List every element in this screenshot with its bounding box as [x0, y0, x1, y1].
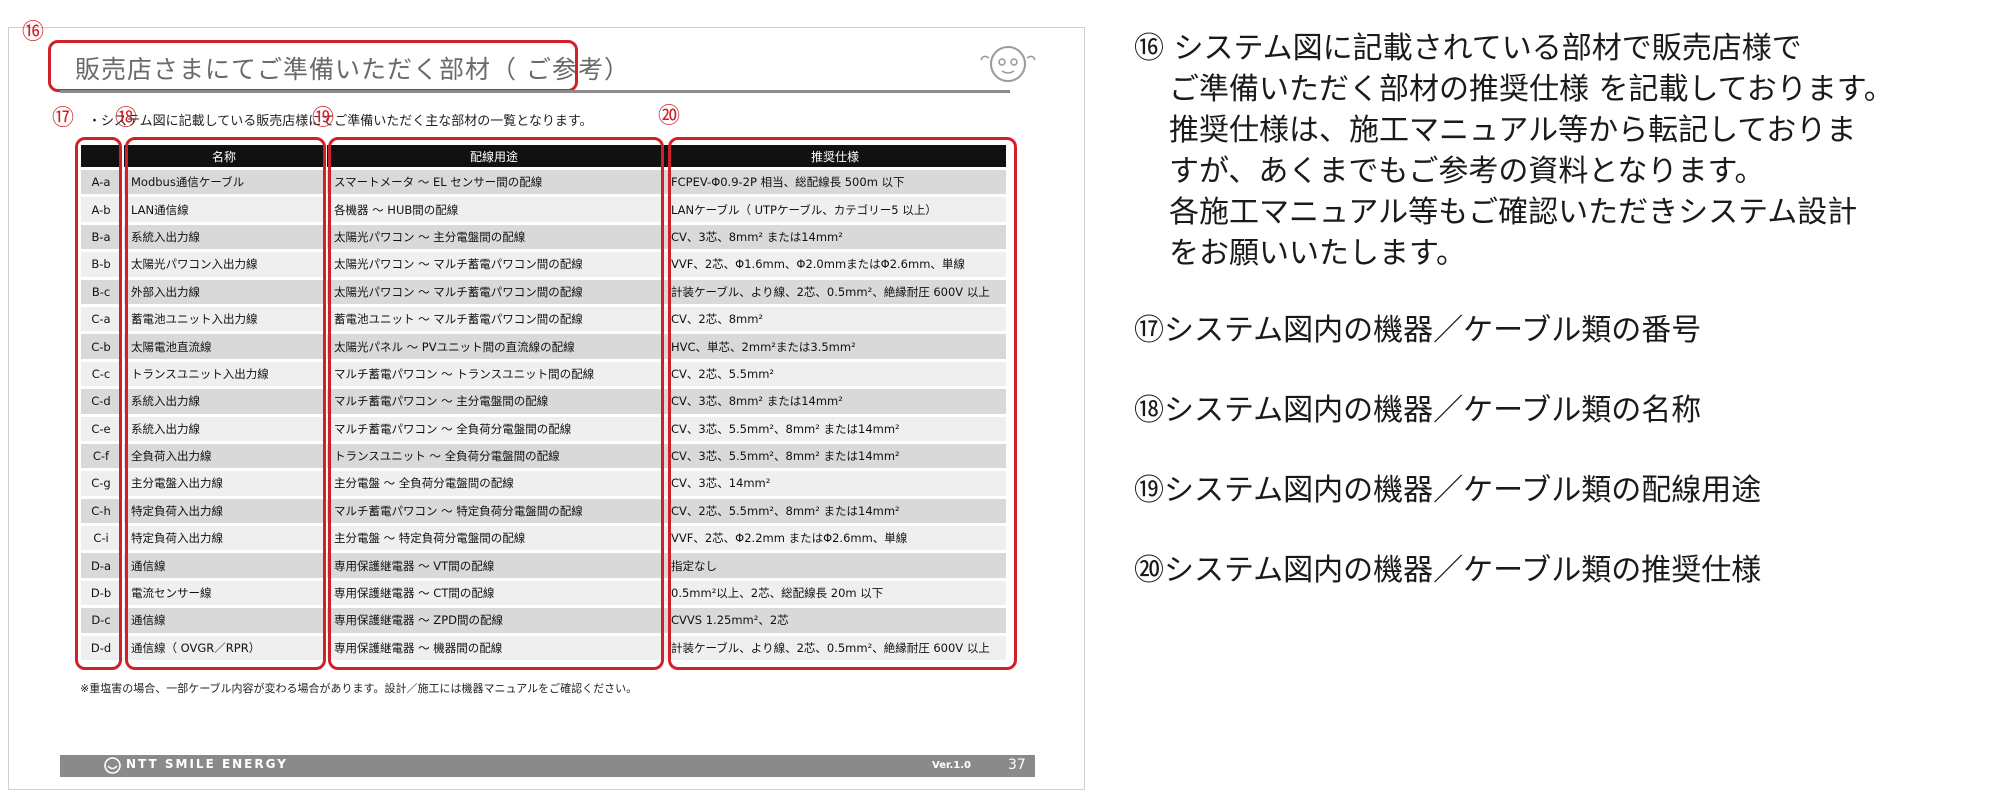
highlight-box-use [328, 137, 664, 670]
highlight-box-spec [668, 137, 1017, 670]
slide-title: 販売店さまにてご準備いただく部材（ ご参考） [75, 55, 630, 84]
explanation-18: ⑱システム図内の機器／ケーブル類の名称 [1134, 393, 1702, 428]
explanation-16-line3: 推奨仕様は、施工マニュアル等から転記しておりま [1169, 113, 1857, 148]
smile-logo-icon [104, 757, 121, 774]
page-number: 37 [1008, 757, 1026, 773]
explanation-19: ⑲システム図内の機器／ケーブル類の配線用途 [1134, 473, 1762, 508]
explanation-20: ⑳システム図内の機器／ケーブル類の推奨仕様 [1134, 553, 1762, 588]
intro-text: ・システム図に記載している販売店様にてご準備いただく主な部材の一覧となります。 [88, 114, 593, 129]
title-rule [60, 90, 1010, 93]
explanation-16-line2: ご準備いただく部材の推奨仕様 を記載しております。 [1169, 72, 1894, 107]
explanation-16-line4: すが、あくまでもご参考の資料となります。 [1169, 154, 1765, 189]
highlight-box-name [125, 137, 326, 670]
marker-18: ⑱ [115, 106, 138, 131]
explanation-16-line5: 各施工マニュアル等もご確認いただきシステム設計 [1169, 195, 1858, 230]
explanation-17: ⑰システム図内の機器／ケーブル類の番号 [1134, 313, 1702, 348]
footnote: ※重塩害の場合、一部ケーブル内容が変わる場合があります。設計／施工には機器マニュ… [80, 682, 638, 695]
marker-17: ⑰ [52, 106, 75, 131]
footer-logo-text: NTT SMILE ENERGY [126, 757, 288, 771]
explanation-16-line1: ⑯ システム図に記載されている部材で販売店様で [1134, 31, 1802, 66]
marker-19: ⑲ [312, 106, 335, 131]
explanation-16-line6: をお願いいたします。 [1169, 236, 1466, 271]
highlight-box-code [75, 137, 122, 670]
footer-version: Ver.1.0 [932, 760, 971, 771]
mascot-icon [980, 46, 1036, 82]
marker-16: ⑯ [22, 20, 45, 45]
marker-20: ⑳ [658, 104, 681, 129]
